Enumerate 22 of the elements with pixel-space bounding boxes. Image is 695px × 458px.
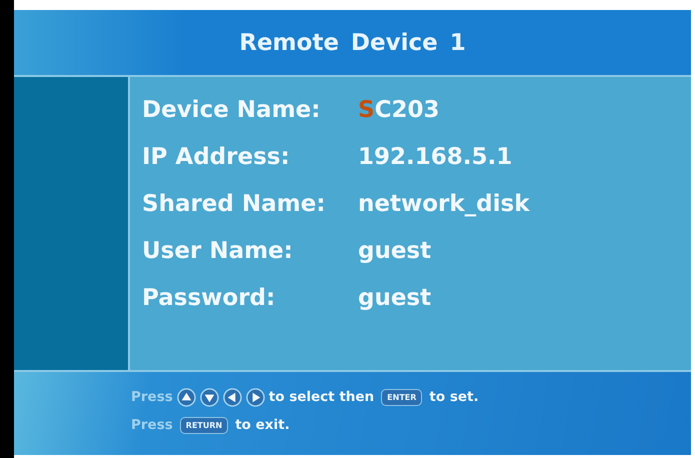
hint-text: to exit. — [235, 417, 290, 433]
screen-title: Remote Device 1 — [239, 30, 466, 56]
field-label: Password: — [142, 285, 276, 311]
hint-text: Press — [131, 389, 173, 405]
field-value[interactable]: guest — [358, 238, 432, 264]
arrow-key-icon — [200, 388, 219, 406]
hint-text: to select then — [268, 389, 374, 405]
field-value[interactable]: guest — [358, 285, 432, 311]
field-label: Device Name: — [142, 97, 322, 123]
hint-text: to set. — [429, 389, 479, 405]
arrow-key-icon — [176, 388, 196, 406]
arrow-key-icon — [222, 388, 242, 406]
arrow-key-icon — [246, 388, 265, 406]
hint-text: Press — [131, 417, 173, 433]
field-value[interactable]: network_disk — [358, 191, 530, 217]
field-value[interactable]: 192.168.5.1 — [358, 144, 512, 170]
remote-key-label: ENTER — [381, 388, 422, 406]
field-value[interactable]: SC203 — [358, 97, 440, 123]
remote-key-label: RETURN — [180, 416, 228, 434]
field-label: Shared Name: — [142, 191, 326, 217]
field-label: IP Address: — [142, 144, 291, 170]
field-label: User Name: — [142, 238, 294, 264]
